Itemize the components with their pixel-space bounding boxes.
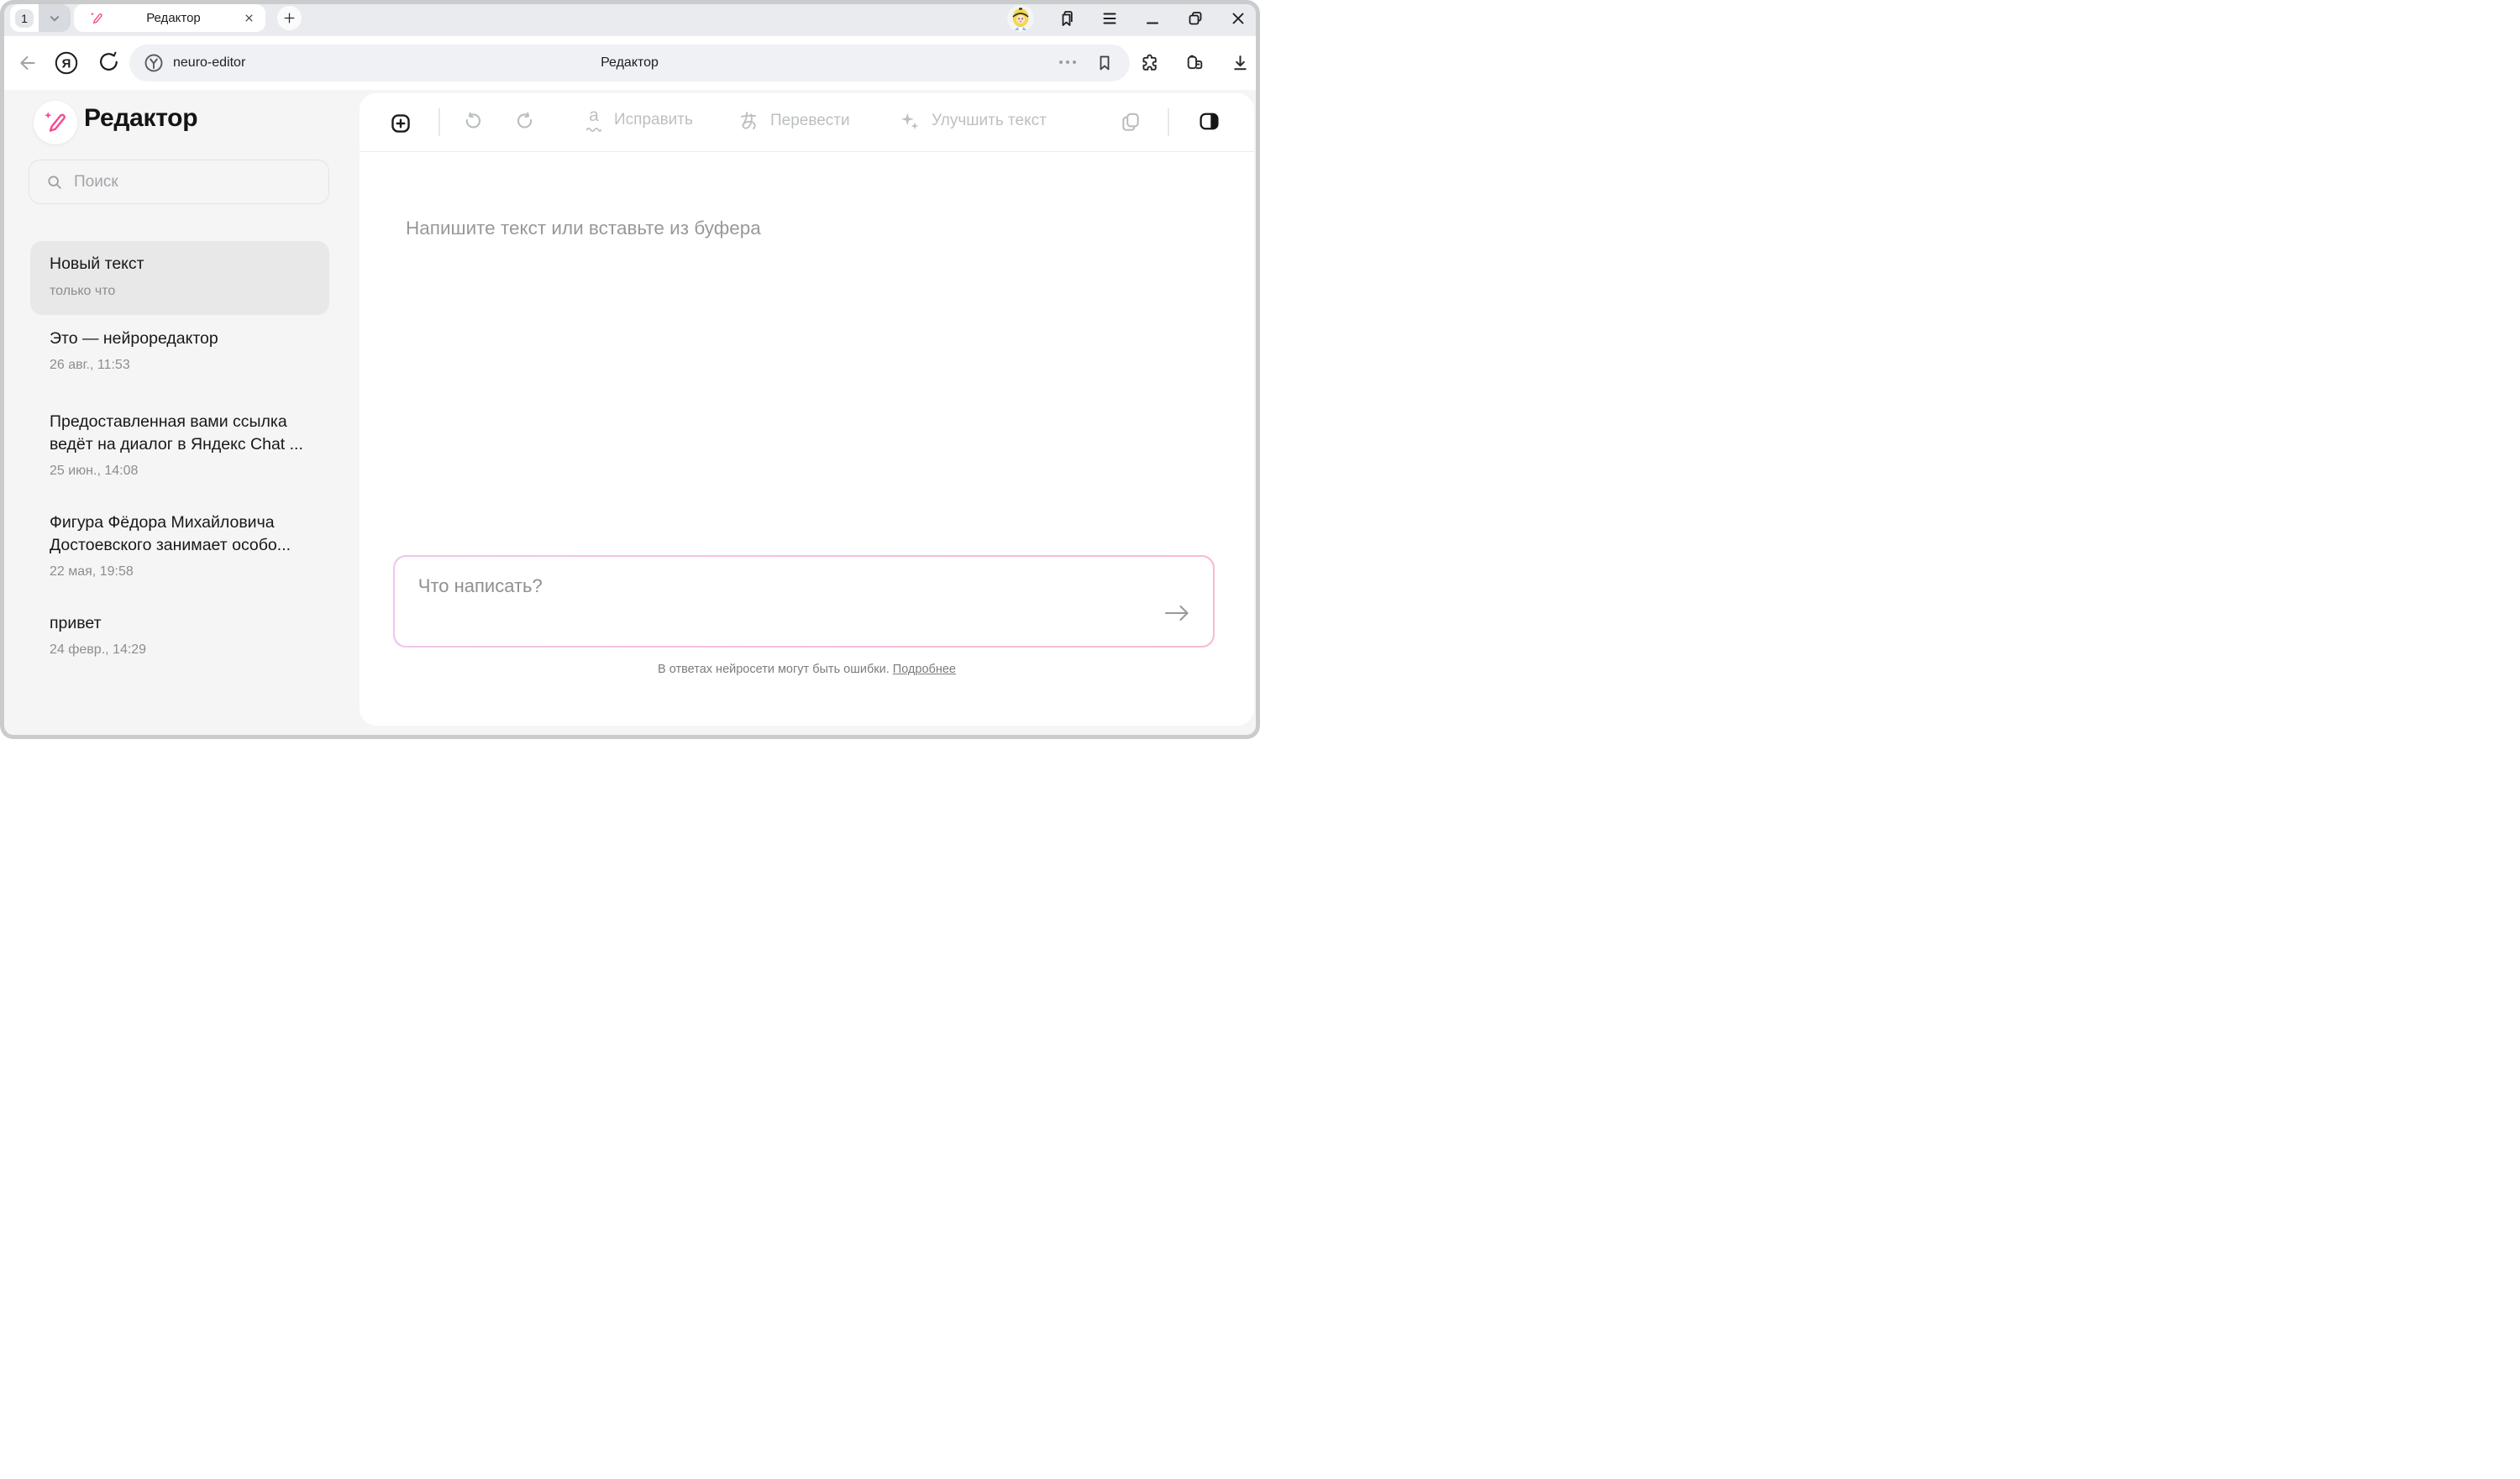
document-item[interactable]: Предоставленная вами ссылка ведёт на диа… — [30, 411, 329, 479]
editor-card: а Исправить Перевести — [360, 93, 1254, 726]
document-title: Новый текст — [50, 253, 329, 275]
translate-label: Перевести — [770, 112, 850, 130]
tab-close-icon[interactable] — [243, 12, 255, 24]
tab-title: Редактор — [104, 11, 243, 25]
app-title: Редактор — [84, 104, 197, 133]
disclaimer-text: В ответах нейросети могут быть ошибки. — [658, 663, 890, 676]
magic-pencil-icon — [43, 110, 68, 135]
undo-icon — [460, 112, 482, 134]
toolbar-divider — [360, 151, 1254, 152]
sparkles-icon — [899, 110, 921, 132]
magic-pencil-icon — [89, 11, 104, 26]
tab-bar: 1 Редактор — [0, 0, 1260, 36]
redo-icon — [516, 112, 538, 134]
passwords-icon[interactable] — [1184, 53, 1205, 74]
search-box[interactable] — [29, 160, 329, 204]
document-date: только что — [50, 284, 329, 299]
translate-button[interactable]: Перевести — [738, 110, 850, 132]
new-document-button[interactable] — [390, 113, 412, 134]
toolbar-divider — [438, 108, 440, 136]
chevron-down-icon — [47, 11, 62, 26]
document-item[interactable]: привет 24 февр., 14:29 — [30, 612, 329, 658]
tab-editor[interactable]: Редактор — [74, 4, 265, 32]
tab-count-chip[interactable]: 1 — [10, 4, 39, 32]
document-item[interactable]: Это — нейроредактор 26 авг., 11:53 — [30, 328, 329, 373]
tab-count-badge: 1 — [15, 9, 34, 28]
side-panel-toggle-button[interactable] — [1198, 110, 1221, 133]
bookmark-icon[interactable] — [1095, 53, 1115, 73]
page-title: Редактор — [129, 45, 1130, 81]
browser-window: 1 Редактор — [0, 0, 1260, 739]
prompt-box — [393, 555, 1215, 648]
search-input[interactable] — [72, 172, 286, 192]
back-icon[interactable] — [17, 52, 39, 74]
improve-label: Улучшить текст — [932, 112, 1047, 130]
disclaimer: В ответах нейросети могут быть ошибки. П… — [360, 663, 1254, 676]
bookmarks-panel-icon[interactable] — [1057, 8, 1077, 29]
extensions-icon[interactable] — [1139, 53, 1160, 74]
profile-avatar[interactable] — [1007, 5, 1034, 32]
editor-placeholder[interactable]: Напишите текст или вставьте из буфера — [406, 218, 761, 239]
plus-icon — [282, 11, 297, 25]
search-icon — [45, 173, 64, 191]
more-actions-icon[interactable] — [1059, 60, 1076, 64]
redo-button[interactable] — [516, 112, 538, 134]
document-date: 26 авг., 11:53 — [50, 358, 329, 373]
editor-page: Редактор Новый текст только что Это — не… — [0, 90, 1260, 739]
document-item-selected[interactable]: Новый текст только что — [30, 241, 329, 315]
tab-group-control[interactable]: 1 — [10, 4, 71, 32]
downloads-icon[interactable] — [1230, 53, 1251, 74]
svg-text:Я: Я — [62, 56, 71, 71]
send-icon[interactable] — [1163, 601, 1191, 626]
restore-window-icon[interactable] — [1185, 8, 1205, 29]
fix-text-button[interactable]: а Исправить — [585, 108, 693, 132]
document-date: 24 февр., 14:29 — [50, 642, 329, 658]
undo-button[interactable] — [460, 112, 482, 134]
fix-icon: а — [585, 108, 603, 132]
copy-icon — [1120, 111, 1142, 133]
menu-icon[interactable] — [1100, 8, 1120, 29]
document-title: Предоставленная вами ссылка ведёт на диа… — [50, 411, 329, 456]
document-title: Это — нейроредактор — [50, 328, 329, 350]
copy-button[interactable] — [1120, 111, 1142, 133]
translate-icon — [738, 110, 759, 132]
document-item[interactable]: Фигура Фёдора Михайловича Достоевского з… — [30, 511, 329, 580]
minimize-icon[interactable] — [1142, 8, 1163, 29]
new-tab-button[interactable] — [277, 6, 302, 30]
tab-list-chevron[interactable] — [39, 4, 71, 32]
disclaimer-more-link[interactable]: Подробнее — [893, 663, 956, 676]
document-date: 22 мая, 19:58 — [50, 564, 329, 580]
toolbar-divider — [1168, 108, 1169, 136]
prompt-input[interactable] — [417, 574, 1149, 632]
new-document-icon — [390, 113, 412, 134]
document-title: привет — [50, 612, 329, 635]
app-logo — [34, 101, 77, 144]
refresh-icon[interactable] — [97, 51, 121, 75]
document-date: 25 июн., 14:08 — [50, 464, 329, 479]
address-bar: Я neuro-editor Редактор — [0, 36, 1260, 90]
fix-label: Исправить — [614, 111, 693, 129]
improve-text-button[interactable]: Улучшить текст — [899, 110, 1047, 132]
document-title: Фигура Фёдора Михайловича Достоевского з… — [50, 511, 329, 557]
yandex-home-icon[interactable]: Я — [54, 50, 79, 76]
panel-toggle-icon — [1198, 110, 1221, 133]
url-bar[interactable]: neuro-editor Редактор — [129, 45, 1130, 81]
close-window-icon[interactable] — [1228, 8, 1248, 29]
